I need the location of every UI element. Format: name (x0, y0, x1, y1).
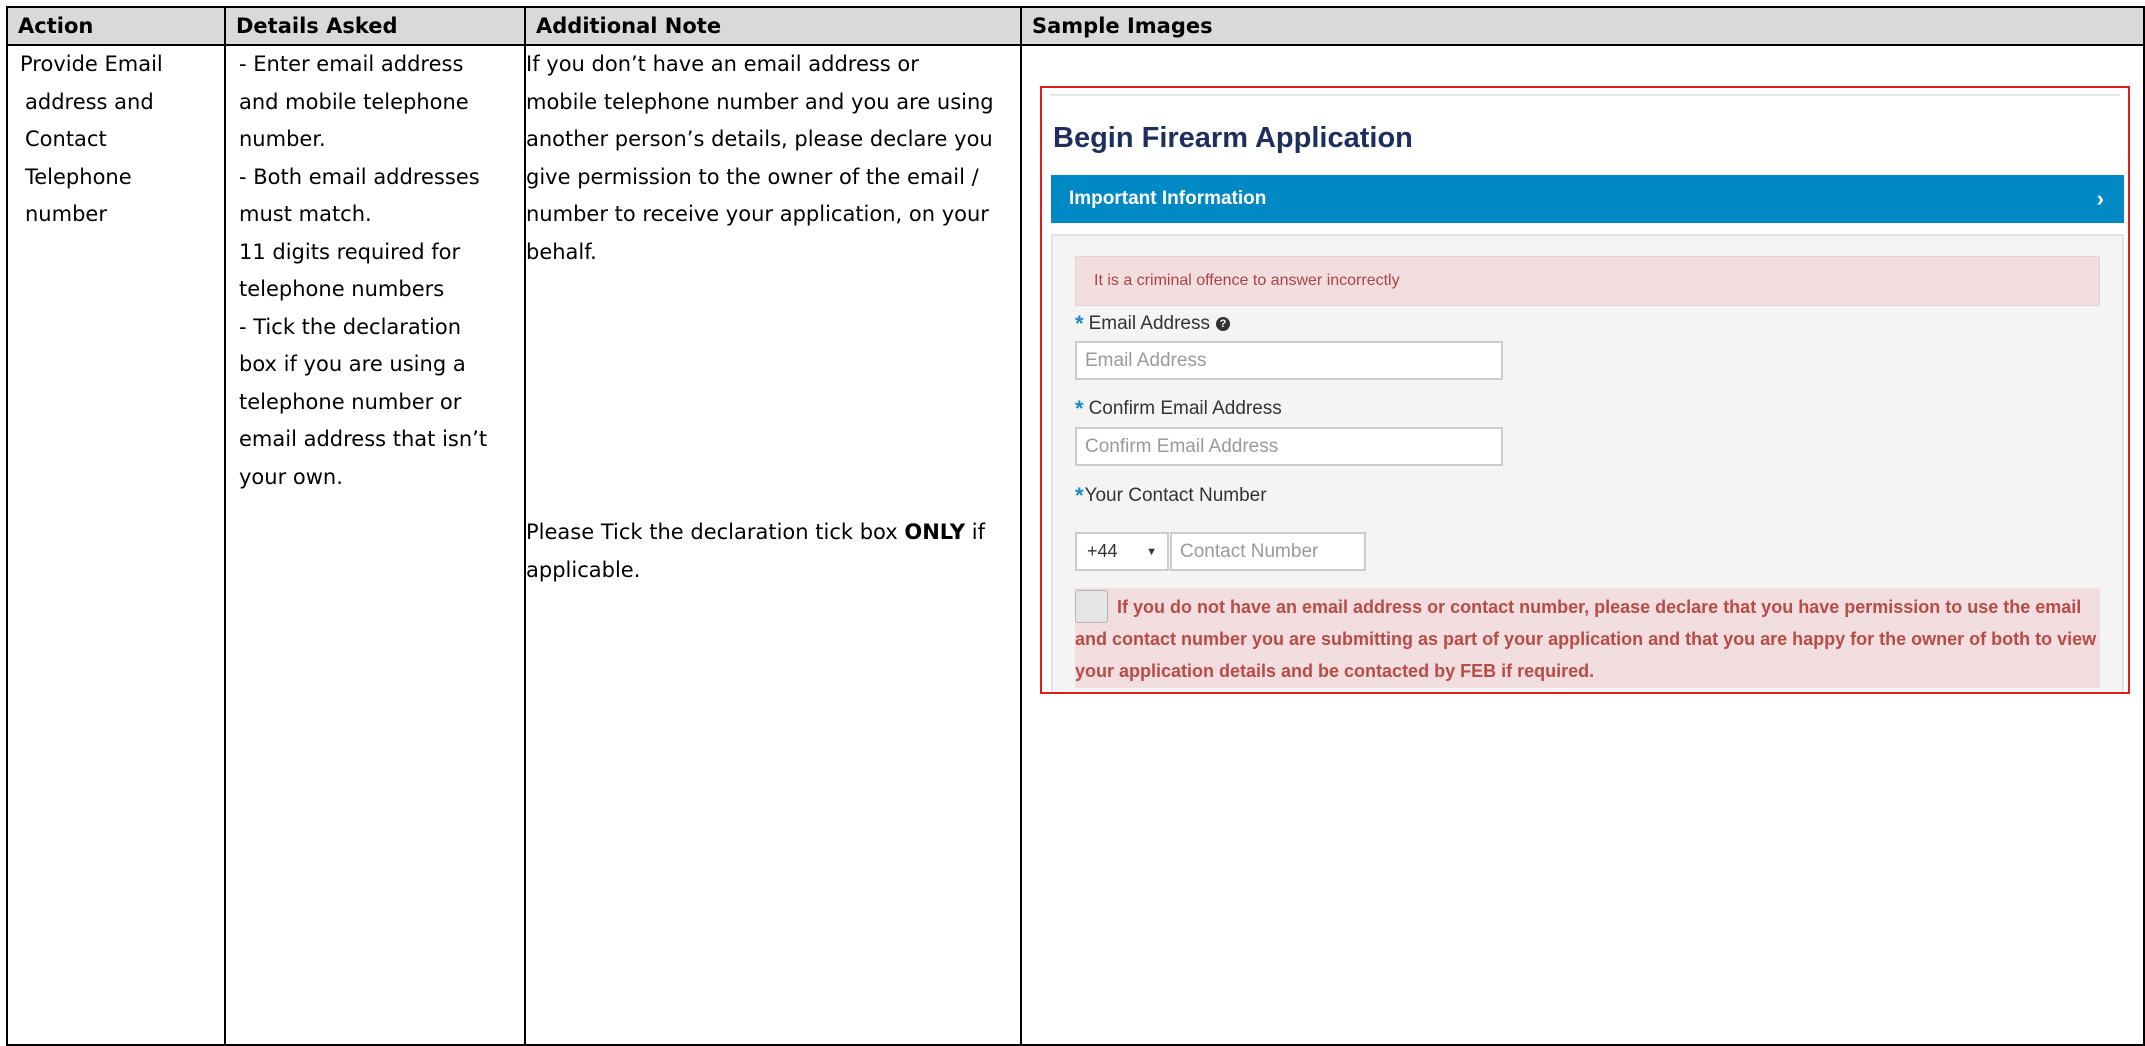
declaration-note: Please Tick the declaration tick box ONL… (526, 514, 1010, 589)
action-line: Provide Email (20, 52, 163, 76)
note-line: If you don’t have an email address or (526, 52, 919, 76)
details-line: must match. (239, 202, 372, 226)
declaration-box: If you do not have an email address or c… (1075, 588, 2100, 688)
header-details: Details Asked (224, 6, 526, 46)
form-panel: It is a criminal offence to answer incor… (1051, 234, 2124, 692)
chevron-right-icon: › (2096, 186, 2104, 211)
details-line: 11 digits required for (239, 239, 461, 264)
note-line: number to receive your application, on y… (526, 202, 989, 226)
details-line: - Both email addresses (239, 164, 480, 189)
confirm-email-label: * Confirm Email Address (1075, 396, 1282, 422)
details-line: and mobile telephone (239, 89, 469, 114)
warning-alert: It is a criminal offence to answer incor… (1075, 256, 2100, 306)
header-note: Additional Note (524, 6, 1022, 46)
declaration-text: If you do not have an email address or c… (1075, 597, 2097, 682)
note-line: behalf. (526, 239, 597, 264)
confirm-email-label-text: Confirm Email Address (1088, 398, 1282, 419)
required-asterisk-icon: * (1075, 483, 1084, 508)
warning-text: It is a criminal offence to answer incor… (1094, 272, 1400, 289)
note2-bold: ONLY (904, 520, 966, 544)
info-bar-label: Important Information (1069, 188, 1267, 209)
required-asterisk-icon: * (1075, 311, 1084, 336)
note-line: mobile telephone number and you are usin… (526, 89, 994, 114)
header-row: Action Details Asked Additional Note Sam… (6, 6, 2145, 46)
action-line: number (25, 202, 107, 226)
note2-line2: applicable. (526, 557, 641, 582)
note2-before: Please Tick the declaration tick box (526, 520, 905, 544)
details-line: telephone numbers (239, 277, 445, 301)
action-cell: Provide Email address and Contact Teleph… (6, 44, 226, 1046)
note-line: another person’s details, please declare… (526, 127, 993, 151)
note2-after: if (965, 520, 986, 544)
email-label-text: Email Address (1088, 313, 1211, 334)
action-line: address and (25, 89, 154, 114)
form-title: Begin Firearm Application (1053, 122, 1413, 154)
contact-number-field[interactable] (1170, 532, 1366, 571)
details-line: your own. (239, 464, 343, 489)
header-images: Sample Images (1020, 6, 2145, 46)
details-cell: - Enter email address and mobile telepho… (224, 44, 526, 1046)
action-line: Telephone (25, 164, 132, 189)
header-action: Action (6, 6, 226, 46)
sample-image: Begin Firearm Application Important Info… (1040, 86, 2130, 694)
contact-number-label: * Your Contact Number (1075, 483, 1267, 509)
contact-number-label-text: Your Contact Number (1084, 485, 1267, 506)
details-line: - Tick the declaration (239, 314, 462, 339)
details-line: email address that isn’t (239, 427, 488, 451)
required-asterisk-icon: * (1075, 396, 1084, 421)
country-code-value: +44 (1087, 541, 1118, 561)
email-field[interactable] (1075, 341, 1503, 380)
details-line: number. (239, 127, 326, 151)
important-information-bar[interactable]: Important Information › (1051, 175, 2124, 223)
email-label: * Email Address ? (1075, 311, 1231, 337)
caret-down-icon: ▼ (1146, 545, 1157, 558)
divider (1050, 94, 2120, 96)
confirm-email-field[interactable] (1075, 427, 1503, 466)
details-line: box if you are using a (239, 352, 466, 376)
action-line: Contact (25, 127, 107, 151)
note-line: give permission to the owner of the emai… (526, 164, 979, 189)
note-cell: If you don’t have an email address or mo… (524, 44, 1022, 1046)
country-code-select[interactable]: +44 ▼ (1075, 532, 1169, 571)
details-line: telephone number or (239, 389, 462, 414)
details-line: - Enter email address (239, 52, 464, 76)
declaration-checkbox[interactable] (1075, 590, 1108, 624)
help-question-icon[interactable]: ? (1216, 317, 1231, 331)
